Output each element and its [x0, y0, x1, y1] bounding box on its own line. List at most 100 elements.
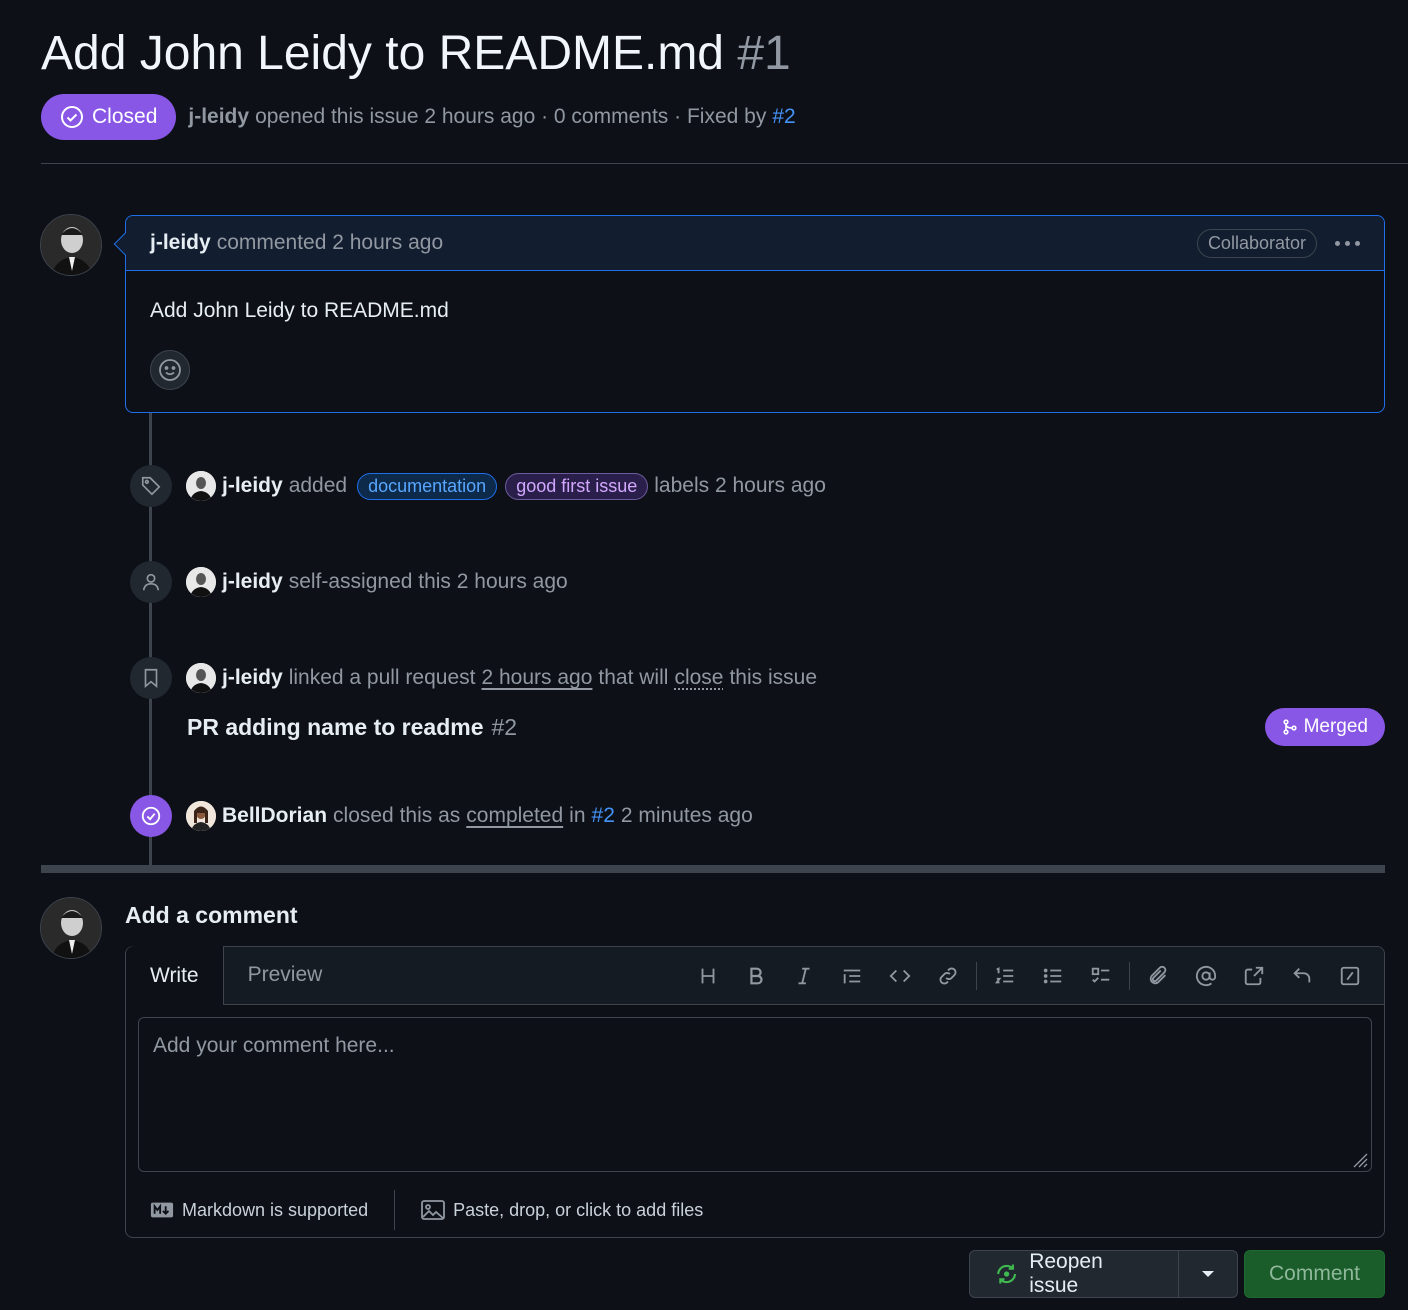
state-badge: Closed	[41, 94, 177, 140]
event-actor[interactable]: j-leidy	[222, 474, 283, 498]
timeline-labels-event: j-leidy added documentation good first i…	[130, 465, 826, 507]
italic-button[interactable]	[780, 956, 828, 996]
pr-title[interactable]: PR adding name to readme	[187, 714, 484, 741]
reference-button[interactable]	[1230, 956, 1278, 996]
avatar[interactable]	[186, 567, 216, 597]
editor-footer: Markdown is supported Paste, drop, or cl…	[126, 1183, 1384, 1237]
bold-icon	[750, 967, 763, 985]
linked-pull-request[interactable]: PR adding name to readme #2 Merged	[187, 708, 1385, 746]
add-files-button[interactable]: Paste, drop, or click to add files	[421, 1200, 703, 1221]
unordered-list-button[interactable]	[1029, 956, 1077, 996]
image-icon	[421, 1200, 445, 1220]
label-documentation[interactable]: documentation	[357, 472, 498, 500]
add-reaction-button[interactable]	[150, 350, 190, 390]
code-button[interactable]	[876, 956, 924, 996]
avatar[interactable]	[186, 801, 216, 831]
issue-opened-text: opened this issue 2 hours ago · 0 commen…	[255, 105, 767, 128]
slash-command-icon	[1340, 966, 1360, 986]
event-text-1: linked a pull request	[288, 666, 476, 689]
add-comment-heading: Add a comment	[125, 902, 298, 928]
timeline-assign-event: j-leidy self-assigned this 2 hours ago	[130, 561, 568, 603]
event-text-2: that will	[598, 666, 669, 689]
italic-icon	[798, 967, 810, 985]
event-actor[interactable]: j-leidy	[222, 570, 283, 594]
state-label: Closed	[92, 105, 158, 128]
comment-time[interactable]: commented 2 hours ago	[217, 231, 443, 255]
event-time-link[interactable]: 2 hours ago	[481, 666, 592, 690]
ordered-list-button[interactable]	[981, 956, 1029, 996]
reopen-issue-button[interactable]: Reopen issue	[970, 1250, 1178, 1297]
timeline-close-event: BellDorian closed this as completed in #…	[130, 795, 753, 837]
close-keyword[interactable]: close	[674, 666, 723, 690]
task-list-button[interactable]	[1077, 956, 1125, 996]
slash-command-button[interactable]	[1326, 956, 1374, 996]
comment-author[interactable]: j-leidy	[150, 231, 211, 255]
fixed-by-link[interactable]: #2	[772, 105, 795, 129]
tab-preview[interactable]: Preview	[224, 946, 347, 1004]
git-merge-icon	[1282, 719, 1297, 735]
event-text-2: in	[569, 804, 586, 827]
label-good-first-issue[interactable]: good first issue	[505, 472, 649, 500]
person-icon	[130, 561, 172, 603]
merged-label: Merged	[1303, 716, 1368, 737]
saved-reply-button[interactable]	[1278, 956, 1326, 996]
event-text: self-assigned this 2 hours ago	[288, 570, 568, 593]
avatar[interactable]	[186, 471, 216, 501]
quote-icon	[843, 969, 861, 984]
heading-icon	[701, 968, 715, 984]
code-icon	[889, 969, 911, 983]
check-circle-icon	[130, 795, 172, 837]
event-text-3: this issue	[729, 666, 818, 689]
pr-number: #2	[491, 713, 518, 740]
resize-handle-icon[interactable]	[1348, 1148, 1368, 1168]
markdown-icon	[150, 1202, 174, 1218]
reply-icon	[1293, 968, 1311, 983]
avatar-portrait-icon	[41, 898, 101, 958]
quote-button[interactable]	[828, 956, 876, 996]
footer-separator	[394, 1190, 396, 1230]
bold-button[interactable]	[732, 956, 780, 996]
comment-editor: Write Preview Markdown is supported	[125, 946, 1385, 1238]
event-actor[interactable]: j-leidy	[222, 666, 283, 690]
timeline-link-event: j-leidy linked a pull request 2 hours ag…	[130, 657, 817, 699]
mention-button[interactable]	[1182, 956, 1230, 996]
link-button[interactable]	[924, 956, 972, 996]
issue-number: #1	[737, 27, 791, 80]
task-list-icon	[1091, 967, 1110, 983]
unordered-list-icon	[1043, 968, 1062, 984]
timeline-end-divider	[41, 865, 1385, 873]
close-ref-link[interactable]: #2	[592, 804, 615, 828]
comment-header: j-leidy commented 2 hours ago Collaborat…	[126, 216, 1384, 271]
event-time[interactable]: 2 minutes ago	[621, 804, 753, 828]
tag-icon	[130, 465, 172, 507]
triangle-down-icon	[1201, 1271, 1214, 1277]
avatar[interactable]	[40, 897, 102, 959]
avatar[interactable]	[186, 663, 216, 693]
heading-button[interactable]	[684, 956, 732, 996]
issue-title-text: Add John Leidy to README.md	[41, 27, 724, 80]
avatar[interactable]	[40, 214, 102, 276]
paperclip-icon	[1149, 965, 1167, 985]
merged-badge: Merged	[1264, 708, 1385, 746]
issue-author[interactable]: j-leidy	[188, 105, 249, 129]
comment-textarea[interactable]	[138, 1017, 1372, 1172]
reopen-icon	[997, 1264, 1017, 1284]
more-options-icon[interactable]	[1335, 240, 1360, 246]
comment-body: Add John Leidy to README.md	[150, 299, 449, 322]
toolbar-separator	[976, 962, 977, 990]
close-reason[interactable]: completed	[466, 804, 563, 828]
markdown-support-link[interactable]: Markdown is supported	[150, 1200, 368, 1221]
event-actor[interactable]: BellDorian	[222, 804, 327, 828]
attach-button[interactable]	[1134, 956, 1182, 996]
comment-button[interactable]: Comment	[1244, 1250, 1385, 1298]
formatting-toolbar	[684, 947, 1374, 1005]
reopen-label: Reopen issue	[1029, 1250, 1103, 1297]
toolbar-separator	[1129, 962, 1130, 990]
comment-box: j-leidy commented 2 hours ago Collaborat…	[113, 215, 1385, 413]
tab-write[interactable]: Write	[126, 946, 224, 1005]
reopen-issue-group: Reopen issue	[969, 1250, 1238, 1298]
reopen-options-dropdown[interactable]	[1177, 1251, 1237, 1297]
avatar-portrait-icon	[41, 215, 101, 275]
event-suffix: labels 2 hours ago	[654, 474, 826, 497]
cross-reference-icon	[1244, 966, 1264, 986]
